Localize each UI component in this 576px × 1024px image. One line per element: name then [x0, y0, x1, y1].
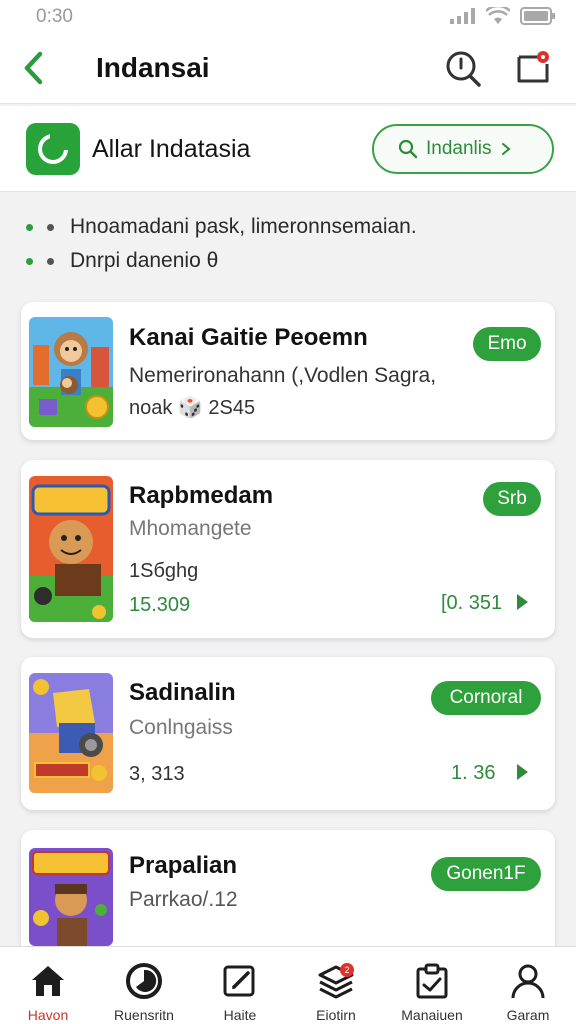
layers-icon: 2 — [316, 961, 356, 1001]
game-thumbnail — [29, 476, 113, 622]
game-thumbnail — [29, 673, 113, 793]
card-title: Prapalian — [129, 852, 238, 879]
game-thumbnail — [29, 317, 113, 427]
back-button[interactable] — [18, 50, 50, 86]
brand-logo — [26, 123, 80, 175]
timer-icon — [124, 961, 164, 1001]
chevron-left-icon — [24, 51, 43, 85]
card-title: Rapbmedam — [129, 482, 274, 509]
chevron-right-icon — [501, 143, 511, 155]
search-icon — [398, 139, 418, 159]
profile-icon — [508, 961, 548, 1001]
nav-label: Ruensritn — [114, 1007, 174, 1023]
bullet-item: Hnoamadani pask, limeronnsemaian. — [26, 210, 417, 244]
card-stat: 3, 313 — [129, 763, 185, 785]
home-icon — [28, 961, 68, 1001]
nav-item-layers[interactable]: 2 Eiotirn — [288, 947, 384, 1024]
brand-search-button[interactable]: Indanlis — [372, 124, 554, 174]
card-badge-button[interactable]: Srb — [483, 482, 541, 516]
card-title: Kanai Gaitie Peoemn — [129, 324, 368, 351]
card-title: Sadinalin — [129, 679, 236, 706]
status-bar: 0:30 — [0, 0, 576, 32]
nav-label: Havon — [27, 1007, 69, 1023]
header-search-button[interactable] — [444, 49, 482, 87]
game-card[interactable]: Rapbmedam Mhomangete 1Sбghg 15.309 Srb [… — [21, 460, 555, 638]
nav-item-profile[interactable]: Garam — [480, 947, 576, 1024]
nav-item-timer[interactable]: Ruensritn — [96, 947, 192, 1024]
nav-item-clipboard[interactable]: Manaiuen — [384, 947, 480, 1024]
bullet-item: Dnrpi danenio θ — [26, 244, 417, 278]
signal-icon — [450, 8, 475, 24]
card-meta: 1Sбghg — [129, 560, 199, 582]
card-meta: noak 🎲 2S45 — [129, 397, 256, 419]
card-badge-button[interactable]: Gonen1F — [431, 857, 541, 891]
nav-label: Haite — [223, 1007, 257, 1023]
search-icon — [446, 51, 481, 87]
edit-icon — [220, 961, 260, 1001]
nav-label: Manaiuen — [401, 1007, 463, 1023]
card-subtitle: Mhomangete — [129, 517, 252, 540]
nav-label: Eiotirn — [316, 1007, 356, 1023]
bullet-text: Dnrpi danenio θ — [70, 249, 219, 272]
nav-item-home[interactable]: Havon — [0, 947, 96, 1024]
header-notification-button[interactable] — [514, 49, 552, 87]
card-subtitle: Parrkao/.12 — [129, 888, 238, 911]
nav-item-edit[interactable]: Haite — [192, 947, 288, 1024]
info-bullets: Hnoamadani pask, limeronnsemaian. Dnrpi … — [26, 210, 417, 278]
brand-bar: Allar Indatasia Indanlis — [0, 106, 576, 192]
clipboard-icon — [412, 961, 452, 1001]
message-icon — [517, 51, 549, 83]
status-time: 0:30 — [36, 6, 73, 27]
play-arrow-icon[interactable] — [517, 594, 528, 610]
bottom-nav: Havon Ruensritn Haite 2 Eiotirn Manaiuen… — [0, 946, 576, 1024]
card-stat: 15.309 — [129, 594, 191, 616]
app-header: Indansai — [0, 32, 576, 104]
card-subtitle: Nemerironahann (,Vodlen Sagra, — [129, 364, 437, 387]
game-card[interactable]: Sadinalin Conlngaiss 3, 313 Cornoral 1. … — [21, 657, 555, 810]
play-arrow-icon[interactable] — [517, 764, 528, 780]
notification-badge: 2 — [340, 963, 354, 977]
brand-name: Allar Indatasia — [92, 135, 251, 163]
battery-icon — [520, 7, 555, 25]
page-title: Indansai — [96, 52, 210, 83]
phone-icon — [38, 132, 70, 164]
brand-search-label: Indanlis — [426, 138, 492, 159]
card-price: [0. 351 — [441, 592, 503, 614]
card-price: 1. 36 — [451, 762, 496, 784]
wifi-icon — [486, 7, 510, 24]
card-badge-button[interactable]: Cornoral — [431, 681, 541, 715]
bullet-text: Hnoamadani pask, limeronnsemaian. — [70, 215, 417, 238]
status-icons — [450, 7, 556, 25]
nav-label: Garam — [506, 1007, 550, 1023]
card-subtitle: Conlngaiss — [129, 716, 233, 739]
card-badge-button[interactable]: Emo — [473, 327, 541, 361]
game-thumbnail — [29, 848, 113, 946]
game-card[interactable]: Kanai Gaitie Peoemn Nemerironahann (,Vod… — [21, 302, 555, 440]
